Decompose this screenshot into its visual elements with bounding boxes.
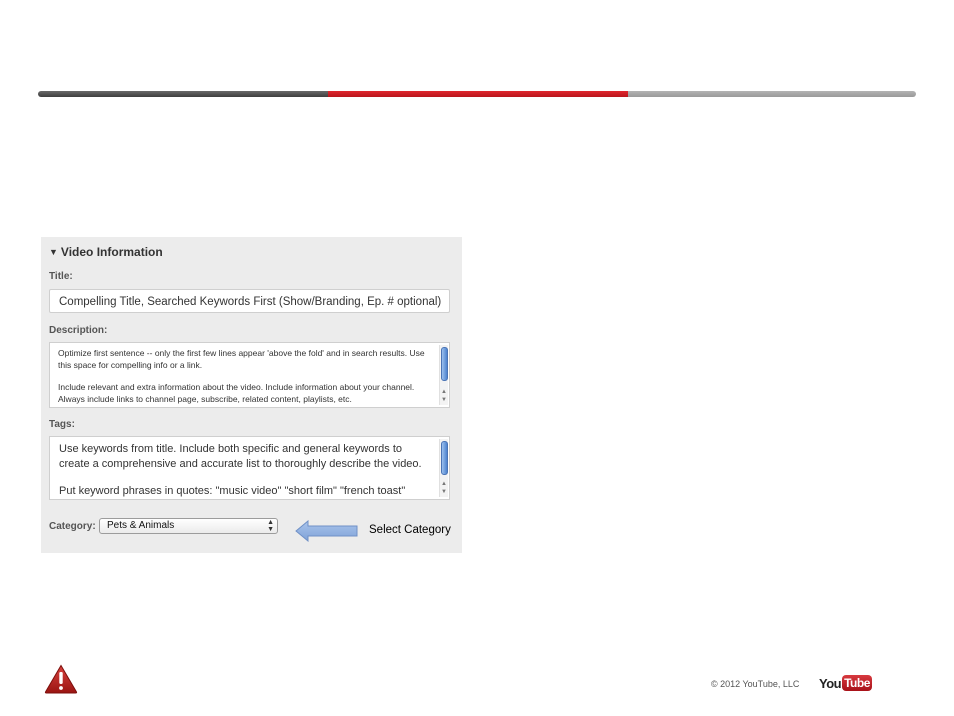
scrollbar-thumb[interactable] (441, 441, 448, 475)
scroll-down-arrow-icon[interactable]: ▼ (440, 397, 448, 404)
scrollbar-thumb[interactable] (441, 347, 448, 381)
video-information-panel: ▼ Video Information Title: Compelling Tit… (41, 237, 462, 553)
description-label: Description: (49, 325, 108, 336)
select-category-callout: Select Category (369, 524, 451, 536)
tags-paragraph-2: Put keyword phrases in quotes: "music vi… (59, 485, 406, 497)
scroll-down-arrow-icon[interactable]: ▼ (440, 489, 448, 496)
description-scrollbar[interactable]: ▲ ▼ (439, 345, 448, 405)
section-title: Video Information (60, 245, 163, 259)
progress-segment-past (38, 91, 334, 97)
category-selected-value: Pets & Animals (107, 520, 175, 531)
progress-segment-current (328, 91, 628, 97)
logo-you-text: You (819, 675, 842, 691)
tags-label: Tags: (49, 419, 75, 430)
title-input[interactable]: Compelling Title, Searched Keywords Firs… (49, 289, 450, 313)
select-updown-arrows-icon[interactable]: ▲ ▼ (267, 519, 274, 533)
left-arrow-icon (295, 520, 358, 542)
tags-scrollbar[interactable]: ▲ ▼ (439, 439, 448, 497)
scroll-up-arrow-icon[interactable]: ▲ (440, 481, 448, 488)
section-header[interactable]: ▼ Video Information (49, 245, 163, 259)
description-textarea[interactable]: Optimize first sentence -- only the firs… (49, 342, 450, 408)
title-label: Title: (49, 271, 73, 282)
warning-triangle-icon (44, 664, 78, 694)
youtube-logo: You Tube (819, 675, 872, 691)
category-label: Category: (49, 521, 96, 532)
tags-paragraph-1: Use keywords from title. Include both sp… (59, 443, 422, 470)
tags-textarea[interactable]: Use keywords from title. Include both sp… (49, 436, 450, 500)
description-paragraph-2: Include relevant and extra information a… (58, 382, 415, 404)
logo-tube-text: Tube (842, 675, 872, 691)
copyright-text: © 2012 YouTube, LLC (711, 679, 800, 689)
description-paragraph-1: Optimize first sentence -- only the firs… (58, 348, 425, 370)
collapse-triangle-icon[interactable]: ▼ (49, 247, 58, 257)
progress-segment-upcoming (626, 91, 916, 97)
scroll-up-arrow-icon[interactable]: ▲ (440, 389, 448, 396)
category-select[interactable]: Pets & Animals ▲ ▼ (99, 518, 278, 534)
